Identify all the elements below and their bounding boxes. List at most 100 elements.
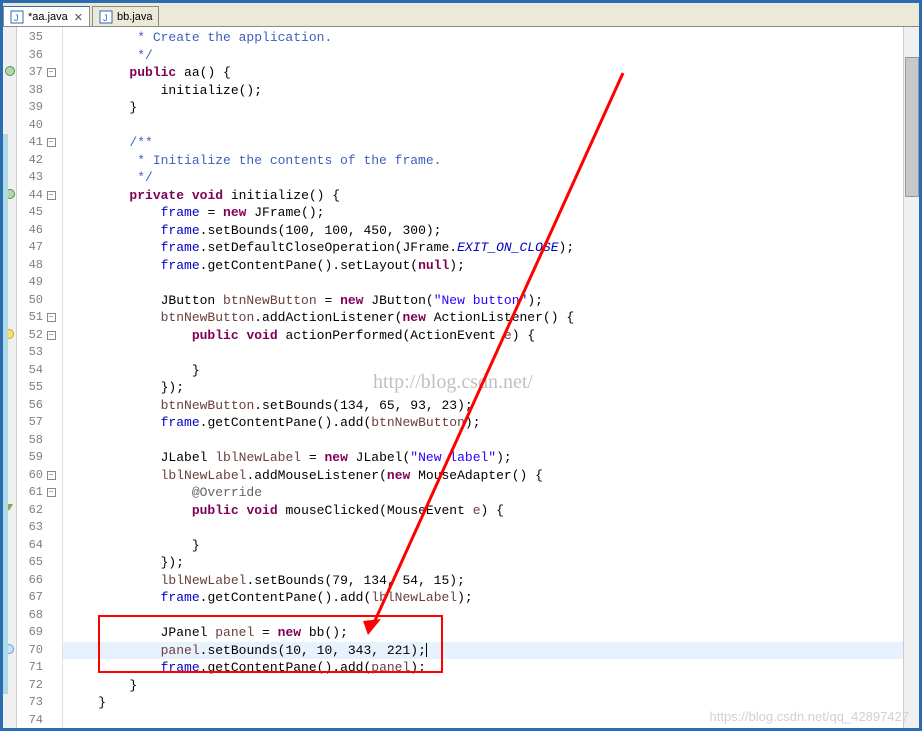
code-line[interactable]: btnNewButton.addActionListener(new Actio… (63, 309, 919, 327)
code-line[interactable]: */ (63, 47, 919, 65)
tab-bb[interactable]: J bb.java (92, 6, 159, 26)
code-line[interactable]: frame.getContentPane().setLayout(null); (63, 257, 919, 275)
change-strip (3, 432, 8, 450)
fold-marker (45, 169, 57, 187)
gutter-row: 73 (17, 694, 62, 712)
code-line[interactable]: frame.getContentPane().add(btnNewButton)… (63, 414, 919, 432)
fold-marker (45, 519, 57, 537)
code-line[interactable]: * Initialize the contents of the frame. (63, 152, 919, 170)
code-line[interactable]: JLabel lblNewLabel = new JLabel("New lab… (63, 449, 919, 467)
fold-marker (45, 432, 57, 450)
code-line[interactable]: lblNewLabel.addMouseListener(new MouseAd… (63, 467, 919, 485)
gutter-row: 59 (17, 449, 62, 467)
fold-marker (45, 572, 57, 590)
gutter-row: 44− (17, 187, 62, 205)
code-line[interactable]: btnNewButton.setBounds(134, 65, 93, 23); (63, 397, 919, 415)
code-line[interactable]: frame = new JFrame(); (63, 204, 919, 222)
code-line[interactable]: } (63, 677, 919, 695)
method-marker-icon (5, 66, 15, 76)
tab-aa[interactable]: J *aa.java ✕ (3, 6, 90, 26)
fold-marker (45, 344, 57, 362)
line-number: 38 (17, 82, 45, 100)
code-line[interactable]: private void initialize() { (63, 187, 919, 205)
fold-marker (45, 257, 57, 275)
code-line[interactable]: frame.getContentPane().add(lblNewLabel); (63, 589, 919, 607)
gutter-row: 50 (17, 292, 62, 310)
gutter-row: 60− (17, 467, 62, 485)
tab-label: *aa.java (28, 11, 68, 23)
line-number: 64 (17, 537, 45, 555)
code-line[interactable]: } (63, 537, 919, 555)
editor[interactable]: 353637−38394041−424344−45464748495051−52… (3, 27, 919, 728)
line-number: 62 (17, 502, 45, 520)
line-number: 47 (17, 239, 45, 257)
line-number: 51 (17, 309, 45, 327)
code-line[interactable] (63, 519, 919, 537)
fold-marker[interactable]: − (45, 484, 57, 502)
line-number: 69 (17, 624, 45, 642)
gutter-row: 42 (17, 152, 62, 170)
code-line[interactable] (63, 344, 919, 362)
gutter-row: 45 (17, 204, 62, 222)
scroll-thumb[interactable] (905, 57, 919, 197)
code-line[interactable]: frame.getContentPane().add(panel); (63, 659, 919, 677)
code-line[interactable]: public void mouseClicked(MouseEvent e) { (63, 502, 919, 520)
marker-column (3, 27, 17, 728)
code-line[interactable]: panel.setBounds(10, 10, 343, 221); (63, 642, 919, 660)
change-strip (3, 362, 8, 380)
code-line[interactable]: JButton btnNewButton = new JButton("New … (63, 292, 919, 310)
fold-marker (45, 117, 57, 135)
code-line[interactable] (63, 607, 919, 625)
code-line[interactable]: public aa() { (63, 64, 919, 82)
fold-marker (45, 554, 57, 572)
code-area[interactable]: * Create the application. */ public aa()… (63, 27, 919, 728)
code-line[interactable]: } (63, 694, 919, 712)
code-line[interactable]: }); (63, 554, 919, 572)
line-number: 54 (17, 362, 45, 380)
fold-marker (45, 222, 57, 240)
code-line[interactable] (63, 117, 919, 135)
code-line[interactable]: @Override (63, 484, 919, 502)
code-line[interactable] (63, 712, 919, 729)
code-line[interactable]: lblNewLabel.setBounds(79, 134, 54, 15); (63, 572, 919, 590)
close-icon[interactable]: ✕ (74, 11, 83, 24)
code-line[interactable]: /** (63, 134, 919, 152)
fold-marker[interactable]: − (45, 64, 57, 82)
code-line[interactable] (63, 274, 919, 292)
fold-marker[interactable]: − (45, 467, 57, 485)
change-strip (3, 379, 8, 397)
code-line[interactable]: */ (63, 169, 919, 187)
change-strip (3, 239, 8, 257)
fold-marker (45, 642, 57, 660)
gutter-row: 55 (17, 379, 62, 397)
fold-marker (45, 694, 57, 712)
code-line[interactable]: public void actionPerformed(ActionEvent … (63, 327, 919, 345)
gutter-row: 62 (17, 502, 62, 520)
gutter-row: 58 (17, 432, 62, 450)
line-number: 43 (17, 169, 45, 187)
line-number: 73 (17, 694, 45, 712)
fold-marker[interactable]: − (45, 187, 57, 205)
line-number: 61 (17, 484, 45, 502)
code-line[interactable]: frame.setDefaultCloseOperation(JFrame.EX… (63, 239, 919, 257)
fold-marker[interactable]: − (45, 309, 57, 327)
code-line[interactable]: } (63, 99, 919, 117)
code-line[interactable]: }); (63, 379, 919, 397)
tab-label: bb.java (117, 11, 152, 23)
vertical-scrollbar[interactable] (903, 27, 919, 728)
line-number: 58 (17, 432, 45, 450)
code-line[interactable]: initialize(); (63, 82, 919, 100)
fold-marker[interactable]: − (45, 327, 57, 345)
code-line[interactable]: JPanel panel = new bb(); (63, 624, 919, 642)
gutter-row: 71 (17, 659, 62, 677)
line-number: 48 (17, 257, 45, 275)
code-line[interactable]: frame.setBounds(100, 100, 450, 300); (63, 222, 919, 240)
line-number: 35 (17, 29, 45, 47)
fold-marker[interactable]: − (45, 134, 57, 152)
code-line[interactable]: * Create the application. (63, 29, 919, 47)
gutter-row: 52− (17, 327, 62, 345)
gutter-row: 66 (17, 572, 62, 590)
line-number: 44 (17, 187, 45, 205)
code-line[interactable]: } (63, 362, 919, 380)
code-line[interactable] (63, 432, 919, 450)
